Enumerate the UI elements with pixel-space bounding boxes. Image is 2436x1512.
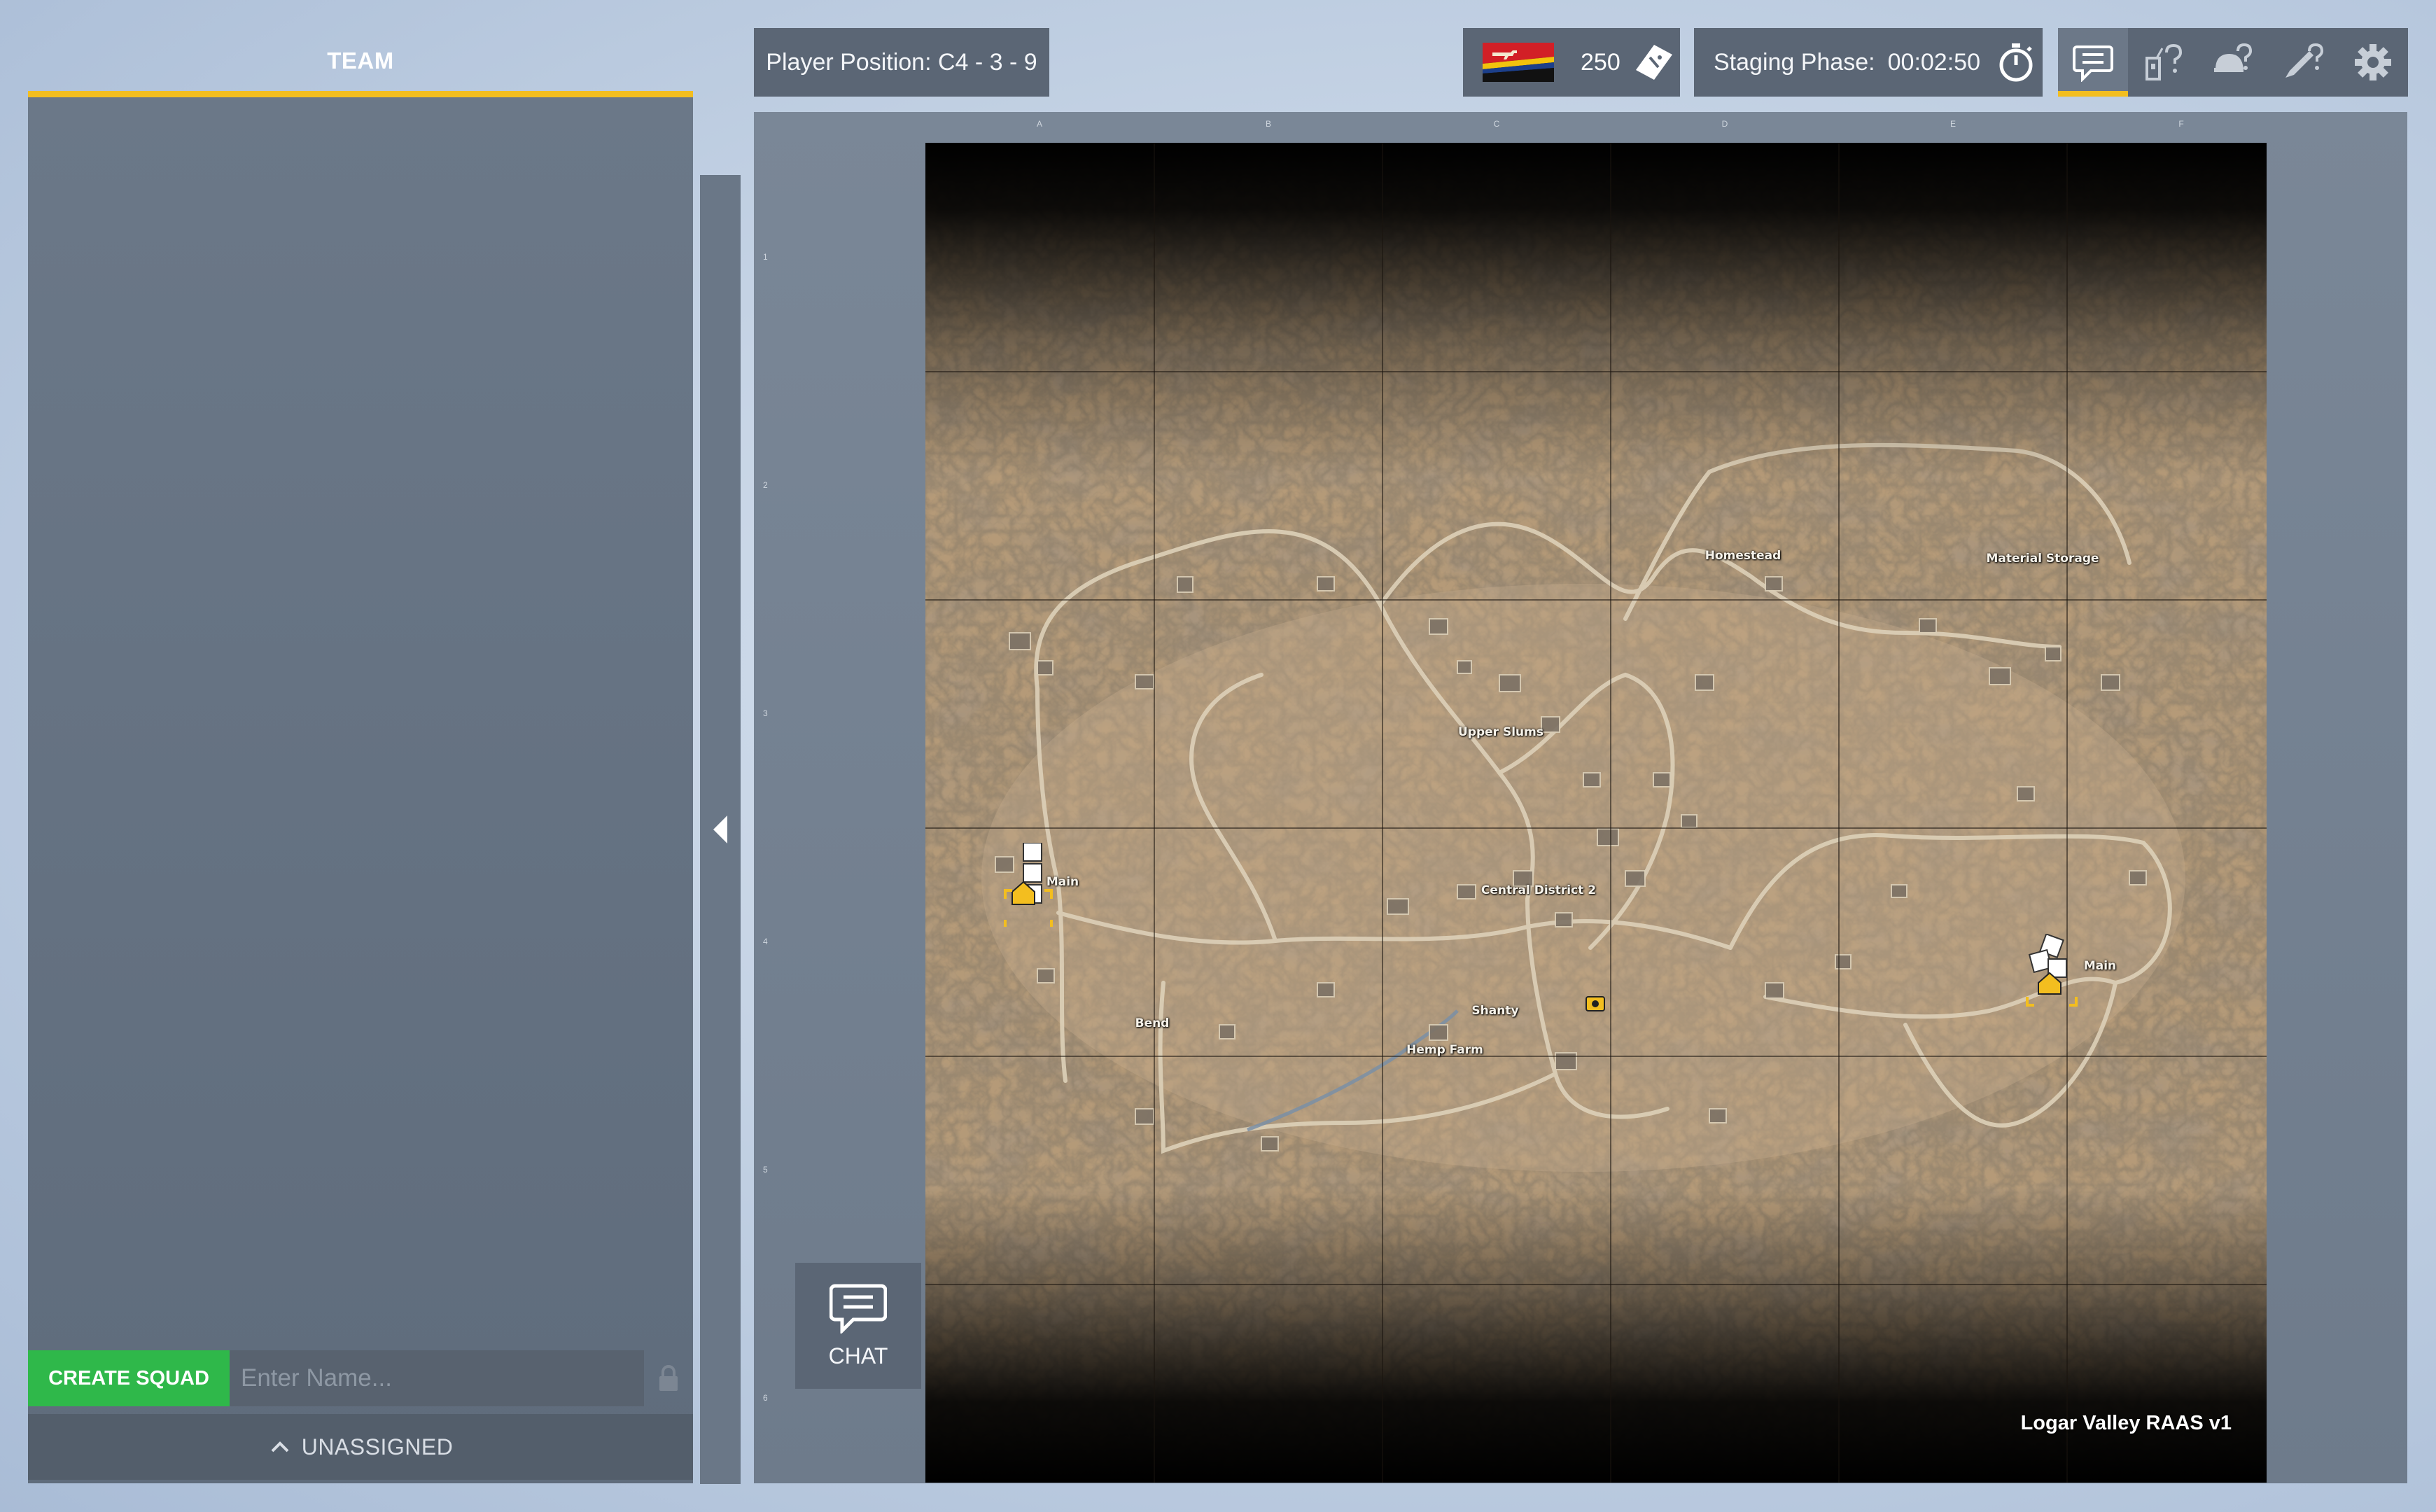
team-tickets: 250 [1463,28,1680,97]
staging-phase-timer: Staging Phase: 00:02:50 [1694,28,2043,97]
staging-phase-time: 00:02:50 [1887,48,1980,76]
location-label-upper-slums[interactable]: Upper Slums [1458,725,1544,739]
squad-name-input[interactable] [230,1350,644,1406]
gear-icon [2355,44,2391,80]
unassigned-label: UNASSIGNED [301,1434,454,1460]
chevron-left-icon [713,816,727,844]
chat-icon [2073,46,2113,82]
menu-icon-bar [2058,28,2408,97]
location-label-bend[interactable]: Bend [1135,1016,1170,1030]
tab-team-active-underline [28,91,693,97]
column-label: B [1265,119,1272,129]
grid-line [925,599,2267,601]
stopwatch-icon [1999,43,2033,82]
commander-help-icon [2146,43,2183,80]
helmet-help-icon [2214,43,2253,72]
location-label-shanty[interactable]: Shanty [1471,1004,1518,1018]
location-label-homestead[interactable]: Homestead [1705,549,1782,563]
chat-button-label: CHAT [828,1343,888,1368]
grid-line [925,827,2267,829]
settings-button[interactable] [2338,28,2408,97]
unassigned-toggle[interactable]: UNASSIGNED [28,1414,693,1480]
player-position-readout: Player Position: C4 - 3 - 9 [754,28,1049,97]
location-label-east-main[interactable]: Main [2084,959,2116,973]
chevron-up-icon [271,1441,289,1452]
row-label: 2 [763,480,768,490]
commander-help-button[interactable] [2128,28,2198,97]
location-label-hemp-farm[interactable]: Hemp Farm [1406,1043,1483,1057]
ticket-icon [1635,45,1672,80]
column-label: E [1949,119,1956,129]
grid-line [1610,143,1611,1483]
tab-team[interactable]: TEAM [28,28,693,94]
grid-line [2066,143,2068,1483]
rocket-help-icon [2286,43,2323,78]
ticket-count: 250 [1581,48,1620,76]
grid-line [1154,143,1155,1483]
row-label: 1 [763,252,768,262]
location-label-material-storage[interactable]: Material Storage [1986,552,2099,566]
staging-phase-label: Staging Phase: [1714,48,1875,76]
column-label: C [1493,119,1500,129]
column-label: A [1036,119,1043,129]
faction-flag-icon [1483,43,1554,82]
map-row-labels: 1 2 3 4 5 6 [763,143,777,1483]
create-squad-row: CREATE SQUAD [28,1350,644,1406]
map-name-label: Logar Valley RAAS v1 [2020,1412,2232,1434]
column-label: D [1721,119,1728,129]
row-label: 5 [763,1165,768,1175]
grid-line [1382,143,1383,1483]
chat-button[interactable]: CHAT [795,1263,921,1389]
helmet-help-button[interactable] [2198,28,2268,97]
map-canvas[interactable]: Homestead Material Storage Upper Slums C… [925,143,2267,1483]
row-label: 4 [763,937,768,946]
grid-line [925,1284,2267,1285]
map-column-labels: A B C D E F [925,119,2267,134]
grid-line [925,371,2267,372]
column-label: F [2178,119,2184,129]
camera-marker-icon[interactable] [1585,995,1606,1012]
terrain-image [925,143,2267,1483]
chat-bubble-icon [830,1284,887,1334]
east-main-base-icon[interactable] [2017,934,2087,1018]
grid-line [1838,143,1840,1483]
grid-line [925,1056,2267,1057]
row-label: 3 [763,708,768,718]
team-list-panel [28,97,693,1483]
vehicle-help-button[interactable] [2268,28,2338,97]
collapse-panel-handle[interactable] [700,175,741,1484]
location-label-west-main[interactable]: Main [1046,875,1079,889]
create-squad-button[interactable]: CREATE SQUAD [28,1350,230,1406]
lock-icon[interactable] [657,1364,680,1392]
location-label-central-district-2[interactable]: Central District 2 [1481,883,1596,897]
chat-tab-button[interactable] [2058,28,2128,97]
row-label: 6 [763,1393,768,1403]
